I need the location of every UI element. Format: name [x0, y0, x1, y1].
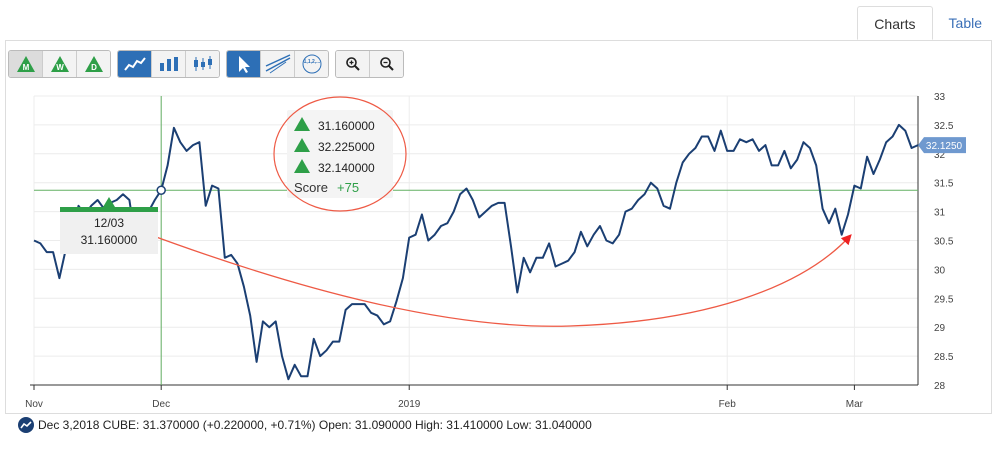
x-tick-label: 2019 — [398, 399, 421, 410]
y-tick-label: 30 — [934, 265, 946, 276]
score-row-value: 32.140000 — [318, 161, 375, 175]
y-tick-label: 28.5 — [934, 352, 954, 363]
trend-arrow-annotation — [147, 233, 852, 327]
y-tick-label: 29 — [934, 323, 946, 334]
x-tick-label: Feb — [719, 399, 737, 410]
series-line-icon — [18, 417, 34, 433]
x-tick-label: Nov — [25, 399, 43, 410]
y-tick-label: 28 — [934, 381, 946, 392]
y-tick-label: 30.5 — [934, 237, 954, 248]
crosshair-value: 31.160000 — [81, 233, 138, 247]
score-box: 31.160000 32.225000 32.140000 Score +75 — [273, 96, 407, 212]
last-price-label: 32.1250 — [926, 141, 963, 152]
y-tick-label: 31 — [934, 208, 946, 219]
last-price-tag: 32.1250 — [918, 137, 966, 154]
y-tick-label: 29.5 — [934, 294, 954, 305]
price-series — [33, 123, 919, 381]
hover-marker — [156, 185, 166, 195]
score-value: +75 — [337, 180, 359, 195]
crosshair-readout: 12/03 31.160000 — [60, 197, 158, 254]
x-tick-label: Mar — [846, 399, 864, 410]
score-row-value: 32.225000 — [318, 140, 375, 154]
legend-text: Dec 3,2018 CUBE: 31.370000 (+0.220000, +… — [38, 418, 592, 432]
score-label: Score — [294, 180, 328, 195]
chart-legend: Dec 3,2018 CUBE: 31.370000 (+0.220000, +… — [18, 417, 592, 433]
y-tick-label: 31.5 — [934, 179, 954, 190]
x-axis: NovDec2019FebMarApr — [25, 384, 918, 410]
crosshair-date: 12/03 — [94, 216, 124, 230]
y-tick-label: 33 — [934, 92, 946, 103]
price-line — [33, 123, 919, 381]
y-tick-label: 32.5 — [934, 121, 954, 132]
x-tick-label: Dec — [152, 399, 170, 410]
score-row-value: 31.160000 — [318, 119, 375, 133]
y-axis: 2828.52929.53030.53131.53232.533 — [917, 92, 954, 392]
price-chart[interactable]: 2828.52929.53030.53131.53232.533 Nov Dec 2… — [0, 0, 998, 456]
